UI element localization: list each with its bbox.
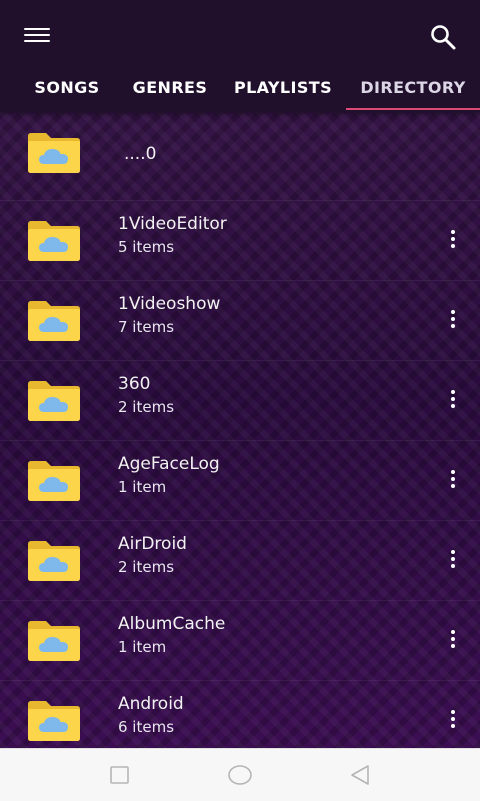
folder-cloud-icon (28, 381, 80, 421)
back-triangle-icon[interactable] (347, 763, 373, 787)
folder-cloud-icon (28, 701, 80, 741)
folder-row[interactable]: AlbumCache 1 item (0, 600, 480, 681)
folder-item-count: 1 item (118, 638, 167, 656)
folder-cloud-icon (28, 133, 80, 173)
more-options-icon[interactable] (446, 468, 460, 492)
folder-row[interactable]: Android 6 items (0, 680, 480, 748)
folder-row[interactable]: 1VideoEditor 5 items (0, 200, 480, 281)
search-icon[interactable] (428, 22, 458, 52)
folder-name: 1VideoEditor (118, 214, 227, 234)
active-tab-indicator (346, 108, 480, 110)
tab-bar: SONGS GENRES PLAYLISTS DIRECTORY (0, 68, 480, 110)
folder-cloud-icon (28, 541, 80, 581)
folder-row[interactable]: 360 2 items (0, 360, 480, 441)
more-options-icon[interactable] (446, 388, 460, 412)
tab-genres[interactable]: GENRES (120, 68, 220, 110)
folder-item-count: 2 items (118, 398, 175, 416)
folder-item-count: 6 items (118, 718, 175, 736)
recents-square-icon[interactable] (107, 763, 133, 787)
folder-cloud-icon (28, 221, 80, 261)
folder-item-count: 1 item (118, 478, 167, 496)
folder-item-count: 2 items (118, 558, 175, 576)
tab-directory[interactable]: DIRECTORY (346, 68, 480, 110)
directory-list: ....0 1VideoEditor 5 items 1Videoshow 7 … (0, 112, 480, 748)
folder-row[interactable]: AgeFaceLog 1 item (0, 440, 480, 521)
folder-cloud-icon (28, 621, 80, 661)
parent-directory-row[interactable]: ....0 (0, 112, 480, 201)
folder-item-count: 5 items (118, 238, 175, 256)
more-options-icon[interactable] (446, 548, 460, 572)
hamburger-menu-icon[interactable] (22, 24, 52, 48)
parent-directory-label: ....0 (124, 144, 157, 164)
folder-cloud-icon (28, 301, 80, 341)
tab-songs[interactable]: SONGS (14, 68, 120, 110)
more-options-icon[interactable] (446, 228, 460, 252)
folder-name: Android (118, 694, 184, 714)
system-navigation-bar (0, 748, 480, 801)
folder-name: AlbumCache (118, 614, 226, 634)
folder-row[interactable]: AirDroid 2 items (0, 520, 480, 601)
folder-name: 360 (118, 374, 151, 394)
tab-playlists[interactable]: PLAYLISTS (224, 68, 342, 110)
folder-item-count: 7 items (118, 318, 175, 336)
folder-name: AirDroid (118, 534, 187, 554)
more-options-icon[interactable] (446, 628, 460, 652)
more-options-icon[interactable] (446, 708, 460, 732)
top-app-bar: SONGS GENRES PLAYLISTS DIRECTORY (0, 0, 480, 112)
folder-cloud-icon (28, 461, 80, 501)
folder-row[interactable]: 1Videoshow 7 items (0, 280, 480, 361)
folder-name: 1Videoshow (118, 294, 221, 314)
home-circle-icon[interactable] (227, 763, 253, 787)
folder-name: AgeFaceLog (118, 454, 220, 474)
more-options-icon[interactable] (446, 308, 460, 332)
